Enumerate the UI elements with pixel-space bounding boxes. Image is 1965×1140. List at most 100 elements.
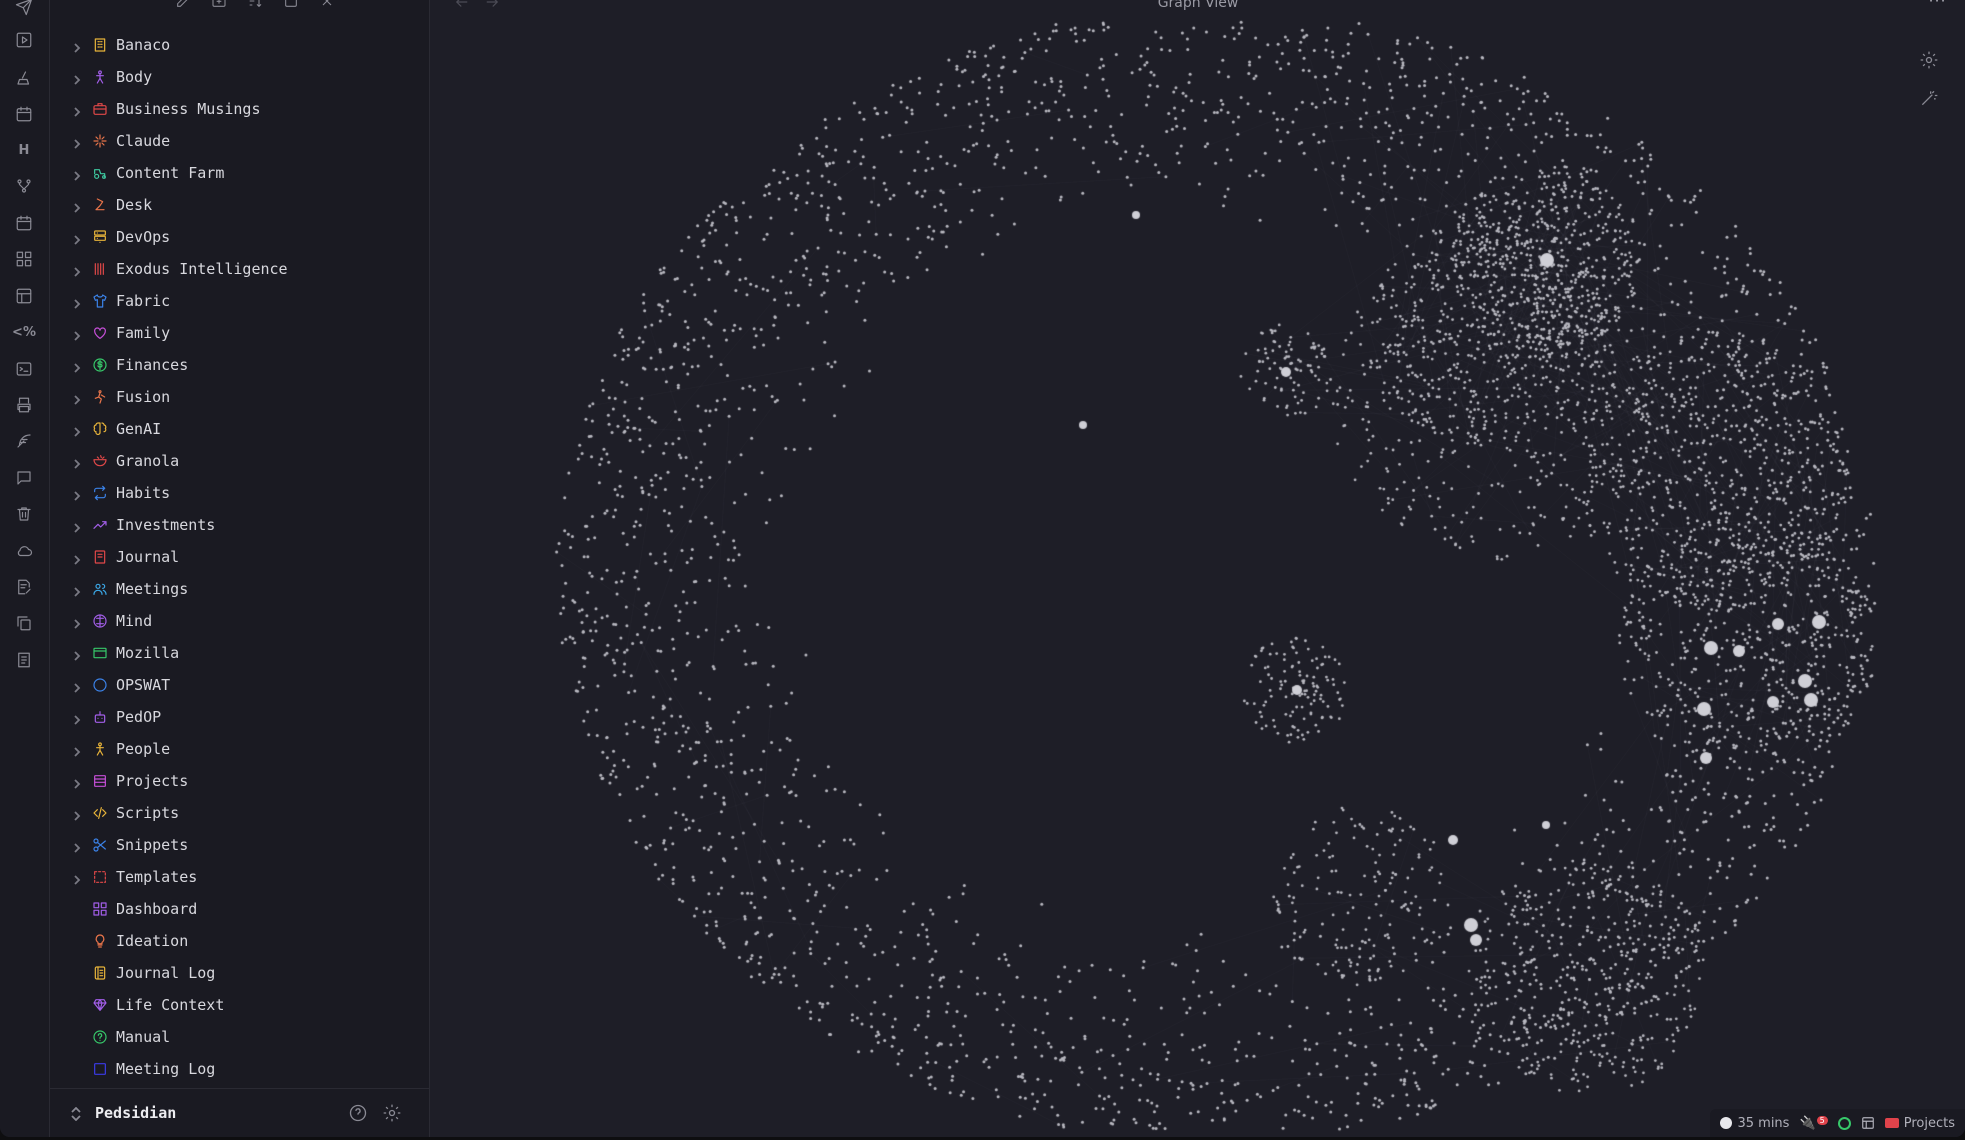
chevron-right-icon[interactable]: [71, 263, 83, 277]
more-options-icon[interactable]: ⋯: [1928, 0, 1947, 11]
new-note-icon[interactable]: [174, 0, 192, 10]
status-bar: 35 mins 🔌 5 Projects: [1710, 1109, 1965, 1137]
folder-item[interactable]: Projects: [50, 766, 430, 796]
chevron-right-icon[interactable]: [71, 391, 83, 405]
folder-item[interactable]: Journal: [50, 542, 430, 572]
chevron-right-icon[interactable]: [71, 743, 83, 757]
chevron-right-icon[interactable]: [71, 679, 83, 693]
file-edit-icon[interactable]: [13, 576, 35, 598]
chevron-right-icon[interactable]: [71, 775, 83, 789]
chevron-right-icon[interactable]: [71, 615, 83, 629]
folder-item[interactable]: Scripts: [50, 798, 430, 828]
note-item[interactable]: Life Context: [50, 990, 430, 1020]
play-icon[interactable]: [13, 29, 35, 51]
feather-icon[interactable]: [13, 430, 35, 452]
folder-item[interactable]: Habits: [50, 478, 430, 508]
note-item[interactable]: Ideation: [50, 926, 430, 956]
folder-item[interactable]: Mozilla: [50, 638, 430, 668]
layout-status[interactable]: [1861, 1116, 1875, 1130]
heading-icon[interactable]: H: [13, 139, 35, 161]
folder-item[interactable]: OPSWAT: [50, 670, 430, 700]
send-icon[interactable]: [13, 0, 35, 18]
folder-item[interactable]: Body: [50, 62, 430, 92]
chevron-right-icon[interactable]: [71, 103, 83, 117]
folder-item[interactable]: Mind: [50, 606, 430, 636]
note-item[interactable]: Meeting Log: [50, 1054, 430, 1084]
sync-status[interactable]: [1837, 1116, 1851, 1130]
close-icon[interactable]: [318, 0, 336, 10]
broom-icon[interactable]: [13, 67, 35, 89]
terminal-icon[interactable]: [13, 358, 35, 380]
printer-icon[interactable]: [13, 394, 35, 416]
trash-icon[interactable]: [13, 503, 35, 525]
chevron-right-icon[interactable]: [71, 199, 83, 213]
folder-item[interactable]: Finances: [50, 350, 430, 380]
notes-icon[interactable]: [13, 649, 35, 671]
chevron-right-icon[interactable]: [71, 583, 83, 597]
chevron-right-icon[interactable]: [71, 71, 83, 85]
chevron-right-icon[interactable]: [71, 423, 83, 437]
note-item[interactable]: Manual: [50, 1022, 430, 1052]
calendar-alt-icon[interactable]: [13, 212, 35, 234]
folder-item[interactable]: Fusion: [50, 382, 430, 412]
chevron-right-icon[interactable]: [71, 647, 83, 661]
folder-item[interactable]: Business Musings: [50, 94, 430, 124]
folder-item[interactable]: Claude: [50, 126, 430, 156]
vault-switch-icon[interactable]: [70, 1106, 82, 1122]
calendar-icon[interactable]: [13, 103, 35, 125]
folder-item[interactable]: Snippets: [50, 830, 430, 860]
folder-item[interactable]: Investments: [50, 510, 430, 540]
sort-icon[interactable]: [246, 0, 264, 10]
chevron-right-icon[interactable]: [71, 455, 83, 469]
chevron-right-icon[interactable]: [71, 295, 83, 309]
current-folder-status[interactable]: Projects: [1884, 1116, 1955, 1131]
chat-icon[interactable]: [13, 467, 35, 489]
graph-canvas[interactable]: [431, 0, 1965, 1137]
git-branch-icon[interactable]: [13, 175, 35, 197]
plugin-status[interactable]: 🔌 5: [1799, 1115, 1828, 1131]
folder-item[interactable]: Exodus Intelligence: [50, 254, 430, 284]
settings-icon[interactable]: [382, 1103, 402, 1123]
chevron-right-icon[interactable]: [71, 231, 83, 245]
copy-icon[interactable]: [13, 612, 35, 634]
folder-item[interactable]: GenAI: [50, 414, 430, 444]
building-icon: [92, 37, 108, 53]
folder-item[interactable]: People: [50, 734, 430, 764]
vault-name[interactable]: Pedsidian: [95, 1104, 176, 1122]
help-icon[interactable]: [348, 1103, 368, 1123]
chevron-right-icon[interactable]: [71, 135, 83, 149]
folder-item[interactable]: Desk: [50, 190, 430, 220]
new-folder-icon[interactable]: [210, 0, 228, 10]
chevron-right-icon[interactable]: [71, 327, 83, 341]
folder-item[interactable]: DevOps: [50, 222, 430, 252]
note-item[interactable]: Dashboard: [50, 894, 430, 924]
template-code-icon[interactable]: <%: [12, 321, 36, 343]
folder-item[interactable]: Fabric: [50, 286, 430, 316]
folder-item[interactable]: Meetings: [50, 574, 430, 604]
chevron-right-icon[interactable]: [71, 711, 83, 725]
chevron-right-icon[interactable]: [71, 487, 83, 501]
chevron-right-icon[interactable]: [71, 839, 83, 853]
chevron-right-icon[interactable]: [71, 519, 83, 533]
layout-icon[interactable]: [13, 285, 35, 307]
cloud-icon[interactable]: [13, 540, 35, 562]
tree-item-label: Life Context: [116, 996, 225, 1014]
folder-item[interactable]: Templates: [50, 862, 430, 892]
chevron-right-icon[interactable]: [71, 551, 83, 565]
folder-item[interactable]: Granola: [50, 446, 430, 476]
folder-item[interactable]: Family: [50, 318, 430, 348]
chevron-right-icon[interactable]: [71, 39, 83, 53]
grid-icon[interactable]: [13, 248, 35, 270]
chevron-right-icon[interactable]: [71, 871, 83, 885]
collapse-all-icon[interactable]: [282, 0, 300, 10]
folder-item[interactable]: Content Farm: [50, 158, 430, 188]
timer-status[interactable]: 35 mins: [1720, 1116, 1789, 1131]
chevron-right-icon[interactable]: [71, 359, 83, 373]
note-item[interactable]: Journal Log: [50, 958, 430, 988]
folder-item[interactable]: PedOP: [50, 702, 430, 732]
chevron-right-icon[interactable]: [71, 807, 83, 821]
animate-graph-icon[interactable]: [1919, 88, 1941, 110]
graph-settings-icon[interactable]: [1919, 50, 1941, 72]
folder-item[interactable]: Banaco: [50, 30, 430, 60]
chevron-right-icon[interactable]: [71, 167, 83, 181]
